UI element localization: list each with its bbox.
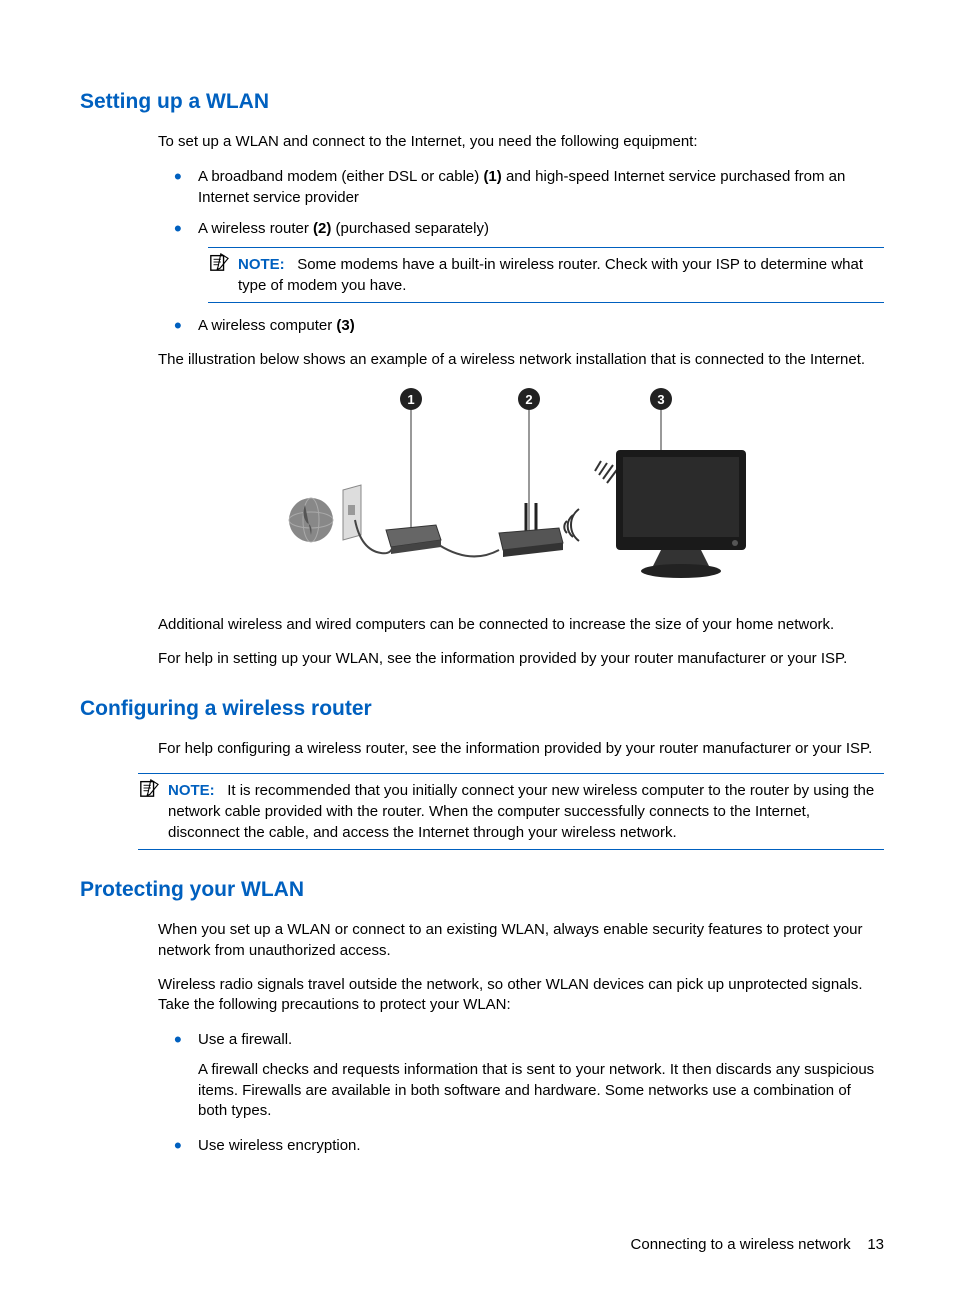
note-label: NOTE: — [238, 256, 285, 273]
list-item: Use wireless encryption. — [158, 1135, 884, 1156]
list-item: A wireless router (2) (purchased separat… — [158, 218, 884, 303]
additional-paragraph: Additional wireless and wired computers … — [158, 615, 884, 635]
firewall-description: A firewall checks and requests informati… — [198, 1060, 884, 1121]
note-box: NOTE: Some modems have a built-in wirele… — [208, 247, 884, 303]
page-number: 13 — [867, 1236, 884, 1253]
note-icon — [208, 252, 230, 272]
equipment-list: A broadband modem (either DSL or cable) … — [158, 166, 884, 336]
precautions-list: Use a firewall. A firewall checks and re… — [158, 1029, 884, 1156]
list-item: A broadband modem (either DSL or cable) … — [158, 166, 884, 208]
footer-title: Connecting to a wireless network — [631, 1236, 851, 1253]
page-footer: Connecting to a wireless network 13 — [80, 1236, 884, 1253]
note-box: NOTE: It is recommended that you initial… — [138, 773, 884, 850]
note-label: NOTE: — [168, 782, 215, 799]
heading-protecting-wlan: Protecting your WLAN — [80, 878, 884, 902]
section-configuring-router: Configuring a wireless router For help c… — [80, 697, 884, 850]
config-paragraph: For help configuring a wireless router, … — [158, 739, 884, 759]
svg-text:3: 3 — [657, 392, 664, 407]
illustration-caption: The illustration below shows an example … — [158, 350, 884, 370]
network-illustration: 1 2 3 — [158, 385, 884, 595]
list-item: Use a firewall. A firewall checks and re… — [158, 1029, 884, 1121]
note-text: It is recommended that you initially con… — [168, 782, 874, 841]
protect-para1: When you set up a WLAN or connect to an … — [158, 920, 884, 961]
svg-text:1: 1 — [407, 392, 414, 407]
list-item: A wireless computer (3) — [158, 315, 884, 336]
note-text: Some modems have a built-in wireless rou… — [238, 256, 863, 294]
section-protecting-wlan: Protecting your WLAN When you set up a W… — [80, 878, 884, 1156]
svg-text:2: 2 — [525, 392, 532, 407]
note-icon — [138, 778, 160, 798]
help-paragraph: For help in setting up your WLAN, see th… — [158, 649, 884, 669]
protect-para2: Wireless radio signals travel outside th… — [158, 975, 884, 1016]
heading-setting-up-wlan: Setting up a WLAN — [80, 90, 884, 114]
intro-paragraph: To set up a WLAN and connect to the Inte… — [158, 132, 884, 152]
heading-configuring-router: Configuring a wireless router — [80, 697, 884, 721]
section-setting-up-wlan: Setting up a WLAN To set up a WLAN and c… — [80, 90, 884, 669]
